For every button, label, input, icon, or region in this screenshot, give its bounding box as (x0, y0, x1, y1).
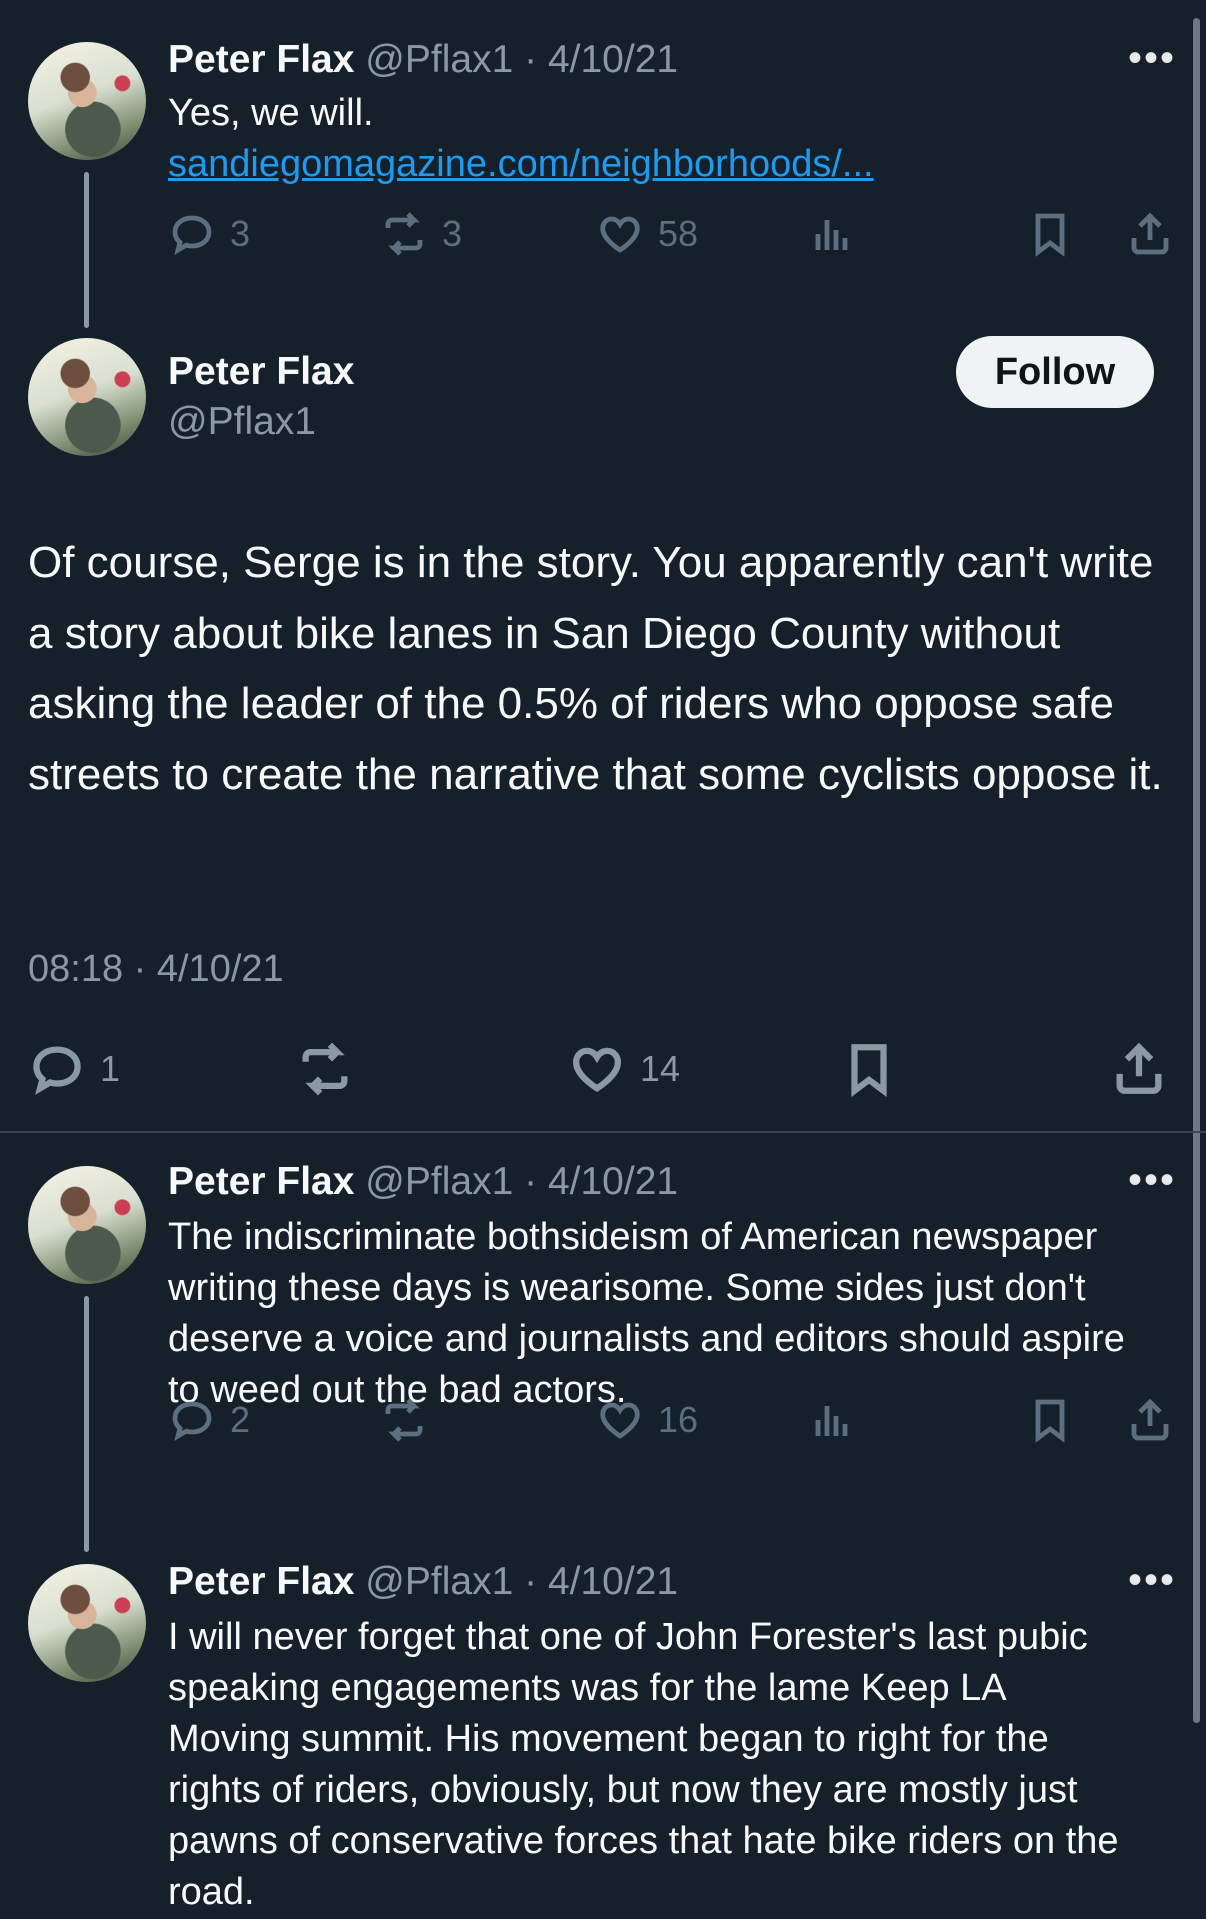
like-button[interactable]: 14 (568, 1040, 680, 1098)
bookmark-icon (1035, 1399, 1065, 1443)
views-icon (815, 1406, 848, 1436)
views-button[interactable] (808, 1396, 856, 1444)
separator: · (524, 1160, 538, 1203)
like-count: 14 (640, 1048, 681, 1089)
tweet-text: The indiscriminate bothsideism of Americ… (168, 1216, 1125, 1411)
author-name[interactable]: Peter Flax (168, 1560, 354, 1603)
like-icon (600, 1402, 640, 1439)
more-icon[interactable]: ••• (1128, 1160, 1176, 1200)
main-tweet: Peter Flax @Pflax1 Follow Of course, Ser… (0, 0, 1206, 1130)
tweet-text: I will never forget that one of John For… (168, 1616, 1119, 1913)
share-button[interactable] (1110, 1040, 1168, 1098)
tweet-date[interactable]: 4/10/21 (548, 1160, 678, 1203)
retweet-button[interactable] (296, 1040, 354, 1098)
thread-line (84, 1296, 89, 1552)
author-handle[interactable]: @Pflax1 (168, 400, 316, 444)
reply-icon (33, 1046, 81, 1095)
tweet-date[interactable]: 4/10/21 (548, 1560, 678, 1603)
reply-button[interactable]: 2 (168, 1396, 250, 1444)
like-icon (573, 1047, 621, 1093)
tweet-actions-row: 2 16 (168, 1396, 1169, 1456)
retweet-icon (302, 1042, 348, 1096)
tweet-actions: 1 14 (28, 1040, 1178, 1104)
retweet-button[interactable] (380, 1396, 442, 1444)
bookmark-button[interactable] (840, 1040, 898, 1098)
tweet-timestamp[interactable]: 08:18 · 4/10/21 (28, 948, 284, 991)
avatar[interactable] (28, 1166, 146, 1284)
retweet-icon (385, 1398, 423, 1442)
tweet-header: Peter Flax @Pflax1 · 4/10/21 (168, 1560, 678, 1604)
bookmark-button[interactable] (1026, 1396, 1074, 1444)
reply-tweet-2[interactable]: Peter Flax @Pflax1 · 4/10/21 ••• I will … (0, 1560, 1206, 1919)
author-handle[interactable]: @Pflax1 (365, 1560, 513, 1603)
author-name[interactable]: Peter Flax (168, 1160, 354, 1203)
avatar[interactable] (28, 338, 146, 456)
tweet-header: Peter Flax @Pflax1 · 4/10/21 (168, 1160, 678, 1204)
divider (0, 1131, 1206, 1133)
tweet-text: Of course, Serge is in the story. You ap… (28, 538, 1163, 799)
author-handle[interactable]: @Pflax1 (365, 1160, 513, 1203)
share-icon (1131, 1398, 1169, 1441)
bookmark-icon (851, 1044, 887, 1098)
like-count: 16 (658, 1399, 699, 1440)
share-button[interactable] (1126, 1396, 1174, 1444)
separator: · (524, 1560, 538, 1603)
reply-count: 2 (230, 1399, 251, 1440)
reply-tweet-1[interactable]: Peter Flax @Pflax1 · 4/10/21 ••• The ind… (0, 1134, 1206, 1554)
author-name[interactable]: Peter Flax (168, 350, 354, 394)
share-icon (1116, 1042, 1162, 1094)
reply-icon (172, 1401, 212, 1442)
like-button[interactable]: 16 (596, 1396, 698, 1444)
follow-button[interactable]: Follow (956, 336, 1154, 408)
reply-count: 1 (100, 1048, 121, 1089)
more-icon[interactable]: ••• (1128, 1560, 1176, 1600)
avatar[interactable] (28, 1564, 146, 1682)
reply-button[interactable]: 1 (28, 1040, 120, 1098)
